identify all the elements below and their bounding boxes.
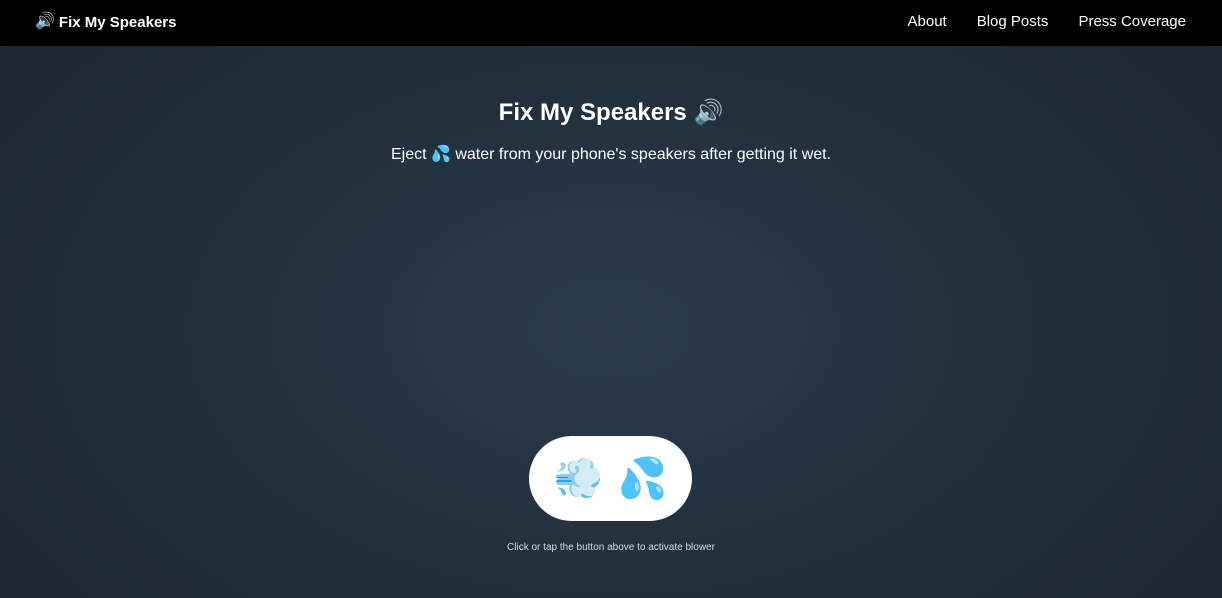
page-subtitle: Eject 💦 water from your phone's speakers… <box>390 146 832 163</box>
brand-link[interactable]: 🔊 Fix My Speakers <box>35 12 176 32</box>
blower-hint-text: Click or tap the button above to activat… <box>507 542 715 553</box>
nav-links: About Blog Posts Press Coverage <box>908 13 1186 30</box>
top-navbar: 🔊 Fix My Speakers About Blog Posts Press… <box>0 0 1222 46</box>
wind-icon: 💨 <box>553 456 604 501</box>
water-drops-icon: 💦 <box>617 456 668 501</box>
nav-link-about[interactable]: About <box>908 13 947 30</box>
brand-label: Fix My Speakers <box>58 13 177 31</box>
nav-link-press-coverage[interactable]: Press Coverage <box>1078 13 1186 30</box>
nav-link-blog-posts[interactable]: Blog Posts <box>977 13 1049 30</box>
page-title: Fix My Speakers 🔊 <box>498 99 724 126</box>
activate-blower-button[interactable]: 💨 💦 <box>529 436 692 521</box>
speaker-icon: 🔊 <box>35 13 55 30</box>
